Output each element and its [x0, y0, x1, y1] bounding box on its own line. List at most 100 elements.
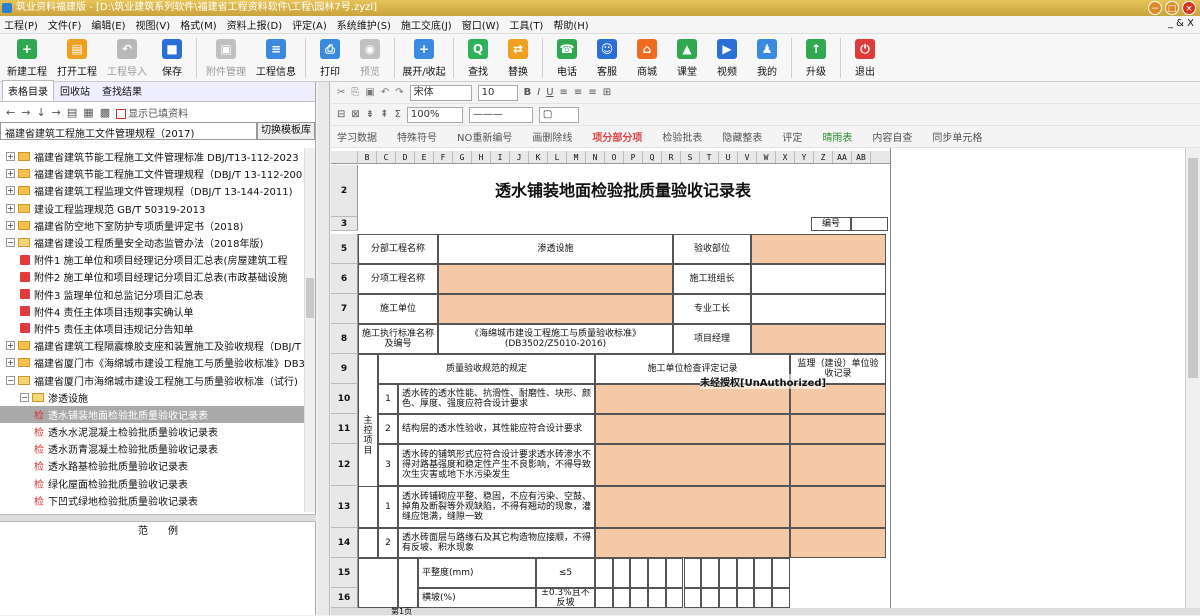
measure-cell[interactable] — [630, 558, 649, 588]
yanshou-field[interactable] — [751, 234, 886, 264]
function-button-2[interactable]: NO重新编号 — [457, 129, 512, 144]
column-header-cell[interactable]: B — [358, 151, 377, 163]
column-header-cell[interactable]: K — [529, 151, 548, 163]
item-supervise-field[interactable] — [790, 528, 886, 558]
measure-cell[interactable] — [736, 588, 755, 608]
toolbar-button-10[interactable]: ⇄ 替换 — [498, 34, 538, 82]
expand-toggle-icon[interactable]: + — [6, 341, 15, 351]
column-header-cell[interactable]: Z — [814, 151, 833, 163]
panel-splitter[interactable] — [0, 514, 316, 522]
column-header-cell[interactable]: T — [700, 151, 719, 163]
toolbar-button-3[interactable]: ■ 保存 — [152, 34, 192, 82]
tree-item[interactable]: − 福建省建设工程质量安全动态监管办法（2018年版) — [0, 234, 316, 251]
close-icon[interactable]: × — [1182, 1, 1196, 15]
measure-cell[interactable] — [612, 588, 631, 608]
cut-icon[interactable]: ✂ — [337, 87, 345, 98]
menu-item-7[interactable]: 系统维护(S) — [337, 17, 391, 32]
column-header-cell[interactable]: J — [510, 151, 529, 163]
next-icon[interactable]: → — [52, 106, 61, 119]
standard-value[interactable]: 《海绵城市建设工程施工与质量验收标准》(DB3502/Z5010-2016) — [438, 324, 673, 354]
menu-item-0[interactable]: 工程(P) — [4, 17, 38, 32]
toolbar-button-17[interactable]: ↑ 升级 — [796, 34, 836, 82]
down-icon[interactable]: ↓ — [36, 106, 45, 119]
banzu-field[interactable] — [751, 264, 886, 294]
menu-item-3[interactable]: 视图(V) — [136, 17, 171, 32]
spec-select[interactable]: 福建省建筑工程施工文件管理规程（2017) — [0, 122, 257, 140]
split-icon[interactable]: ⊠ — [351, 109, 359, 120]
border-icon[interactable]: ⊞ — [603, 87, 611, 98]
column-header-cell[interactable]: I — [491, 151, 510, 163]
measure-cell[interactable] — [665, 558, 684, 588]
redo-icon[interactable]: ↷ — [395, 87, 403, 98]
expand-toggle-icon[interactable]: + — [6, 220, 15, 230]
column-header-cell[interactable]: M — [567, 151, 586, 163]
tree-item[interactable]: 附件5 责任主体项目违规记分告知单 — [0, 320, 316, 337]
row-header[interactable]: 10 — [331, 384, 358, 414]
function-button-0[interactable]: 学习数据 — [337, 129, 377, 144]
row-header[interactable]: 16 — [331, 588, 358, 608]
menu-item-4[interactable]: 格式(M) — [180, 17, 216, 32]
menu-item-11[interactable]: 帮助(H) — [553, 17, 588, 32]
function-button-7[interactable]: 评定 — [782, 129, 802, 144]
expand-toggle-icon[interactable]: + — [6, 203, 15, 213]
tree-item[interactable]: − 福建省厦门市海绵城市建设工程施工与质量验收标准（试行) — [0, 371, 316, 388]
italic-icon[interactable]: I — [537, 87, 540, 98]
column-header-cell[interactable]: G — [453, 151, 472, 163]
row-header[interactable]: 3 — [331, 217, 358, 231]
align-left-icon[interactable]: ≡ — [560, 87, 568, 98]
tree-item[interactable]: 检透水水泥混凝土检验批质量验收记录表 — [0, 423, 316, 440]
row-header[interactable]: 15 — [331, 558, 358, 588]
column-header-cell[interactable]: Y — [795, 151, 814, 163]
column-header-cell[interactable]: N — [586, 151, 605, 163]
tree-item[interactable]: + 福建省建筑工程监理文件管理规程（DBJ/T 13-144-2011) — [0, 182, 316, 199]
column-header-cell[interactable]: Q — [643, 151, 662, 163]
column-header-cell[interactable]: F — [434, 151, 453, 163]
expand-toggle-icon[interactable]: + — [6, 152, 15, 162]
row-header[interactable]: 2 — [331, 165, 358, 217]
tree-item[interactable]: 附件4 责任主体项目违规事实确认单 — [0, 303, 316, 320]
forward-icon[interactable]: → — [21, 106, 30, 119]
back-icon[interactable]: ← — [6, 106, 15, 119]
switch-template-button[interactable]: 切换模板库 — [257, 122, 315, 140]
tree-scrollbar[interactable] — [304, 148, 315, 512]
mdi-controls[interactable]: _ & X — [1168, 18, 1194, 29]
left-tab-0[interactable]: 表格目录 — [2, 80, 54, 101]
measure-cell[interactable] — [754, 588, 772, 608]
fenbu-value[interactable]: 渗透设施 — [438, 234, 673, 264]
column-header-cell[interactable]: L — [548, 151, 567, 163]
menu-item-8[interactable]: 施工交底(J) — [401, 17, 452, 32]
item-supervise-field[interactable] — [790, 444, 886, 486]
fenxiang-field[interactable] — [438, 264, 673, 294]
row-header[interactable]: 12 — [331, 444, 358, 486]
function-button-10[interactable]: 同步单元格 — [932, 129, 982, 144]
measure-cell[interactable] — [683, 588, 702, 608]
measure-cell[interactable] — [612, 558, 631, 588]
menu-item-5[interactable]: 资料上报(D) — [227, 17, 283, 32]
column-header-cell[interactable]: O — [605, 151, 624, 163]
copy-icon[interactable]: ⎘ — [351, 87, 359, 98]
sgdw-field[interactable] — [438, 294, 673, 324]
tree-item[interactable]: + 福建省建筑节能工程施工文件管理标准 DBJ/T13-112-2023 — [0, 148, 316, 165]
toolbar-button-9[interactable]: Q 查找 — [458, 34, 498, 82]
tree-item[interactable]: 附件3 监理单位和总监记分项目汇总表 — [0, 286, 316, 303]
measure-cell[interactable] — [718, 588, 737, 608]
bold-icon[interactable]: B — [524, 87, 532, 98]
measure-cell[interactable] — [736, 558, 755, 588]
toolbar-button-12[interactable]: ☺ 客服 — [587, 34, 627, 82]
column-header-cell[interactable]: C — [377, 151, 396, 163]
expand-toggle-icon[interactable]: + — [6, 186, 15, 196]
item-check-field[interactable] — [595, 528, 790, 558]
expand-toggle-icon[interactable]: − — [6, 375, 15, 385]
tree-item[interactable]: 检透水沥青混凝土检验批质量验收记录表 — [0, 440, 316, 457]
menu-item-10[interactable]: 工具(T) — [509, 17, 543, 32]
function-button-8[interactable]: 晴雨表 — [822, 129, 852, 144]
tree-item[interactable]: 检透水铺装地面检验批质量验收记录表 — [0, 405, 316, 423]
row-header[interactable]: 13 — [331, 486, 358, 528]
fill-select[interactable]: ▢ — [538, 106, 579, 123]
tree-item[interactable]: + 福建省建筑节能工程施工文件管理规程（DBJ/T 13-112-200 — [0, 165, 316, 182]
table-icon[interactable]: ▦ — [83, 106, 93, 119]
tree-item[interactable]: 检透水路基检验批质量验收记录表 — [0, 457, 316, 474]
minimize-icon[interactable]: − — [1148, 1, 1162, 15]
menu-item-2[interactable]: 编辑(E) — [91, 17, 125, 32]
expand-toggle-icon[interactable]: + — [6, 358, 15, 368]
